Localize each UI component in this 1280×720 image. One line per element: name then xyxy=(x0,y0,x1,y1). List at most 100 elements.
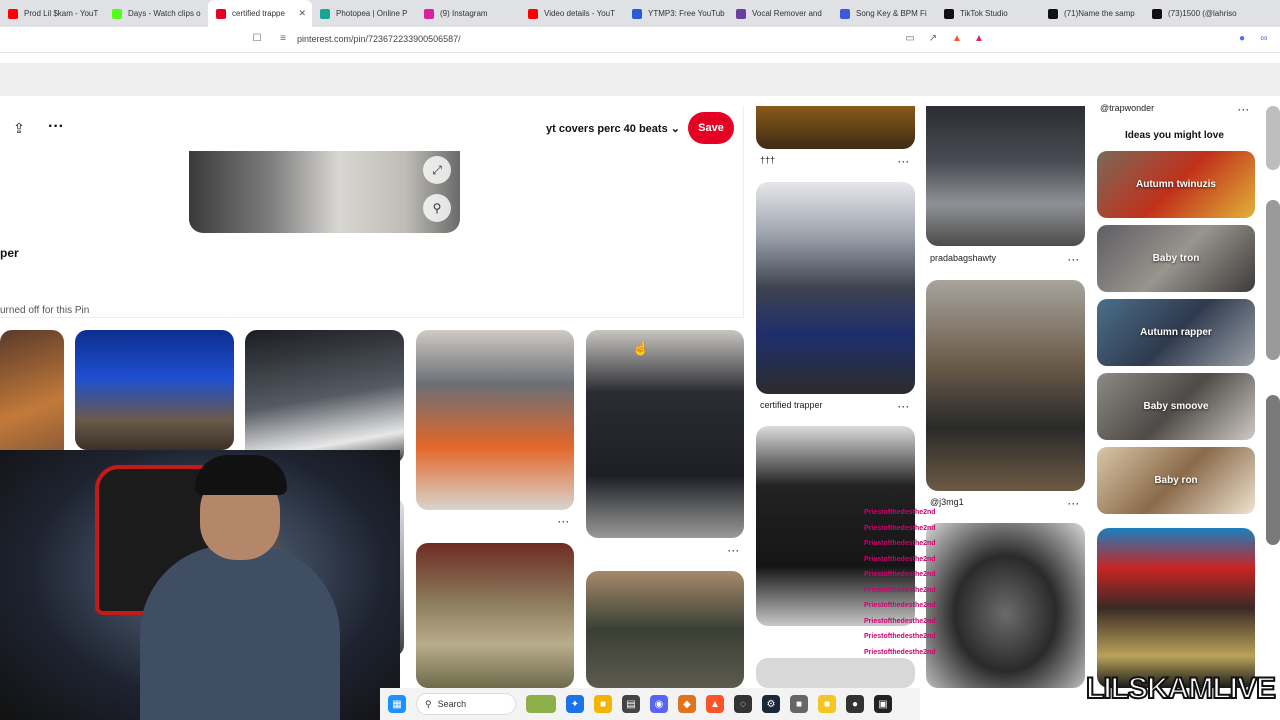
chat-line: Priestofthedesthe2nd xyxy=(864,602,936,609)
idea-card[interactable]: Baby tron xyxy=(1097,225,1255,292)
browser-tab[interactable]: Song Key & BPM Fi xyxy=(832,0,936,27)
browser-tab[interactable]: certified trappe ✕ xyxy=(208,0,312,27)
file-explorer-icon[interactable]: ■ xyxy=(594,695,612,713)
pin-caption: pradabagshawty xyxy=(930,253,997,263)
idea-label: Baby smoove xyxy=(1143,401,1209,412)
tab-favicon-icon xyxy=(632,8,642,19)
tab-favicon-icon xyxy=(840,8,850,19)
related-pin-image[interactable] xyxy=(245,330,404,464)
tab-favicon-icon xyxy=(424,8,434,19)
tab-title: (9) Instagram xyxy=(440,9,488,18)
related-pin-image[interactable] xyxy=(416,330,574,510)
wallet-icon[interactable]: ● xyxy=(1236,33,1248,45)
feed-pin-image[interactable] xyxy=(926,280,1085,491)
feed-pin-image[interactable] xyxy=(756,106,915,149)
board-selector[interactable]: yt covers perc 40 beats ⌄ xyxy=(546,122,680,135)
steam-icon[interactable]: ⚙ xyxy=(762,695,780,713)
app-icon[interactable]: ◆ xyxy=(678,695,696,713)
taskbar-search[interactable]: ⚲ Search xyxy=(416,693,516,715)
feed-pin-image[interactable] xyxy=(1266,106,1280,170)
related-pin-image[interactable] xyxy=(586,571,744,688)
chat-line: Priestofthedesthe2nd xyxy=(864,540,936,547)
brave-shield-icon[interactable]: ▲ xyxy=(951,33,963,45)
tab-title: Song Key & BPM Fi xyxy=(856,9,927,18)
feed-pin-image[interactable] xyxy=(756,658,915,688)
brave-rewards-icon[interactable]: ▲ xyxy=(973,33,985,45)
pin-more-icon[interactable]: ··· xyxy=(558,517,570,527)
tab-favicon-icon xyxy=(528,8,538,19)
url-text[interactable]: pinterest.com/pin/723672233900506587/ xyxy=(297,34,461,44)
browser-tab[interactable]: (71)Name the samp xyxy=(1040,0,1144,27)
site-info-icon[interactable]: ≡ xyxy=(277,33,289,45)
more-options-icon[interactable]: ··· xyxy=(46,118,66,136)
feed-pin-image[interactable] xyxy=(1097,528,1255,688)
visual-search-icon[interactable]: ⚲ xyxy=(423,194,451,222)
feed-pin-image[interactable] xyxy=(1266,395,1280,545)
related-pin-image[interactable] xyxy=(586,330,744,538)
app-icon-3[interactable]: ■ xyxy=(818,695,836,713)
tab-favicon-icon xyxy=(944,8,954,19)
pin-more-icon[interactable]: ··· xyxy=(728,546,740,556)
related-pin-image[interactable] xyxy=(416,543,574,688)
feed-pin-image[interactable] xyxy=(926,106,1085,246)
browser-tab[interactable]: (9) Instagram xyxy=(416,0,520,27)
pin-more-icon[interactable]: ··· xyxy=(1068,499,1080,509)
capcut-icon[interactable]: ▣ xyxy=(874,695,892,713)
pin-image[interactable] xyxy=(189,151,460,233)
windows-start-icon[interactable]: ▦ xyxy=(388,695,406,713)
address-bar[interactable]: ☐ ≡ pinterest.com/pin/723672233900506587… xyxy=(0,27,1280,53)
pin-more-icon[interactable]: ··· xyxy=(898,157,910,167)
tab-title: Video details - YouT xyxy=(544,9,616,18)
copilot-icon[interactable]: ✦ xyxy=(566,695,584,713)
tab-title: Vocal Remover and xyxy=(752,9,822,18)
feed-pin-image[interactable] xyxy=(756,182,915,394)
save-button[interactable]: Save xyxy=(688,112,734,144)
chat-line: Priestofthedesthe2nd xyxy=(864,648,936,656)
idea-label: Autumn rapper xyxy=(1140,327,1212,338)
browser-tab[interactable]: Vocal Remover and xyxy=(728,0,832,27)
pin-more-icon[interactable]: ··· xyxy=(1238,105,1250,115)
store-icon[interactable]: ▤ xyxy=(622,695,640,713)
idea-label: Baby ron xyxy=(1154,475,1198,486)
cast-icon[interactable]: ▭ xyxy=(904,33,916,45)
expand-icon[interactable]: ⤢ xyxy=(423,156,451,184)
tab-title: (73)1500 (@lahriso xyxy=(1168,9,1237,18)
idea-card[interactable]: Baby smoove xyxy=(1097,373,1255,440)
idea-card[interactable]: Autumn rapper xyxy=(1097,299,1255,366)
browser-tab[interactable]: Days - Watch clips o xyxy=(104,0,208,27)
pin-caption: ††† xyxy=(760,155,776,165)
obs-icon[interactable]: ◌ xyxy=(734,695,752,713)
pin-more-icon[interactable]: ··· xyxy=(898,402,910,412)
close-tab-icon[interactable]: ✕ xyxy=(298,8,306,19)
app-icon-4[interactable]: ● xyxy=(846,695,864,713)
tab-favicon-icon xyxy=(1048,8,1058,19)
feed-pin-image[interactable] xyxy=(1266,200,1280,360)
chat-overlay: Priestofthedesthe2nd Priestofthedesthe2nd… xyxy=(864,505,974,660)
mouse-cursor-icon: ☝ xyxy=(632,340,650,356)
share-page-icon[interactable]: ↗ xyxy=(927,33,939,45)
share-icon[interactable]: ⇪ xyxy=(10,120,28,138)
discord-icon[interactable]: ◉ xyxy=(650,695,668,713)
browser-tab[interactable]: Prod Lil $kam - YouT xyxy=(0,0,104,27)
leo-icon[interactable]: ∞ xyxy=(1258,33,1270,45)
browser-tab[interactable]: YTMP3: Free YouTub xyxy=(624,0,728,27)
widgets-icon[interactable] xyxy=(526,695,556,713)
browser-tab[interactable]: Video details - YouT xyxy=(520,0,624,27)
brave-icon[interactable]: ▲ xyxy=(706,695,724,713)
pin-title: per xyxy=(0,246,19,260)
browser-tab[interactable]: Photopea | Online P xyxy=(312,0,416,27)
browser-tab[interactable]: (73)1500 (@lahriso xyxy=(1144,0,1248,27)
browser-tab[interactable]: TikTok Studio xyxy=(936,0,1040,27)
pin-caption: @trapwonder xyxy=(1100,103,1155,113)
related-pin-image[interactable] xyxy=(75,330,234,450)
chat-line: Priestofthedesthe2nd xyxy=(864,633,936,640)
idea-label: Baby tron xyxy=(1152,253,1200,264)
idea-card[interactable]: Baby ron xyxy=(1097,447,1255,514)
ideas-title: Ideas you might love xyxy=(1125,130,1224,141)
tab-title: Days - Watch clips o xyxy=(128,9,201,18)
idea-card[interactable]: Autumn twinuzis xyxy=(1097,151,1255,218)
tab-bar: Prod Lil $kam - YouT Days - Watch clips o… xyxy=(0,0,1280,27)
bookmark-icon[interactable]: ☐ xyxy=(251,33,263,45)
pin-more-icon[interactable]: ··· xyxy=(1068,255,1080,265)
app-icon-2[interactable]: ■ xyxy=(790,695,808,713)
